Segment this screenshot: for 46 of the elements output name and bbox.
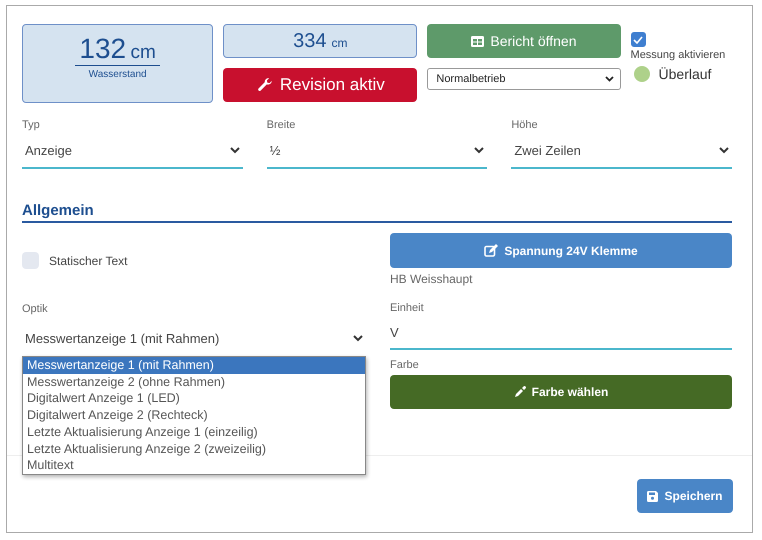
static-text-checkbox[interactable] (22, 252, 39, 269)
section-heading: Allgemein (22, 202, 732, 223)
dropdown-option[interactable]: Messwertanzeige 1 (mit Rahmen) (23, 357, 365, 374)
dropdown-option[interactable]: Digitalwert Anzeige 1 (LED) (23, 390, 365, 408)
unit-input[interactable]: V (390, 314, 732, 350)
field-label: Breite (266, 119, 296, 131)
save-icon (647, 490, 658, 502)
chevron-icon (719, 147, 730, 154)
wrench-icon (256, 76, 274, 94)
dropdown-option[interactable]: Multitext (23, 457, 365, 474)
select-field[interactable]: Zwei Zeilen (511, 134, 732, 169)
check-icon (633, 36, 644, 44)
chevron-icon (604, 76, 614, 82)
reading-value: 334 (293, 30, 326, 52)
sensor-button[interactable]: Spannung 24V Klemme (390, 233, 732, 268)
dropdown-option[interactable]: Letzte Aktualisierung Anzeige 1 (einzeilig) (23, 424, 365, 441)
location-text: HB Weisshaupt (390, 272, 474, 286)
mode-select[interactable]: Normalbetrieb (427, 68, 621, 90)
select-field[interactable]: Messwertanzeige 1 (mit Rahmen) (22, 318, 366, 358)
field-label: Farbe (390, 359, 419, 371)
chevron-icon (474, 147, 484, 154)
level-caption: Wasserstand (88, 69, 147, 80)
table-icon (471, 36, 484, 46)
color-button[interactable]: Farbe wählen (390, 375, 732, 409)
eyedropper-icon (514, 386, 526, 398)
revision-button[interactable]: Revision aktiv (223, 68, 418, 102)
select-field[interactable]: Anzeige (22, 134, 243, 169)
field-label: Typ (22, 119, 40, 131)
field-label: Einheit (390, 302, 424, 314)
status-label: Überlauf (658, 66, 712, 82)
edit-icon (484, 244, 498, 257)
field-label: Höhe (511, 119, 538, 131)
field-label: Optik (22, 303, 48, 315)
chevron-icon (230, 147, 240, 154)
level-value: 132 (79, 33, 126, 64)
dropdown-option[interactable]: Digitalwert Anzeige 2 (Rechteck) (23, 407, 365, 424)
save-button[interactable]: Speichern (637, 479, 733, 513)
reading-unit: cm (332, 36, 348, 50)
chevron-icon (353, 334, 363, 342)
dropdown-option[interactable]: Letzte Aktualisierung Anzeige 2 (zweizeilig) (23, 440, 365, 458)
select-field[interactable]: ½ (266, 134, 488, 169)
measurement-checkbox[interactable] (630, 32, 646, 47)
checkbox-label: Statischer Text (49, 254, 128, 268)
level-unit: cm (130, 42, 156, 63)
dropdown-option[interactable]: Messwertanzeige 2 (ohne Rahmen) (23, 374, 365, 390)
measurement-label: Messung aktivieren (630, 49, 726, 61)
